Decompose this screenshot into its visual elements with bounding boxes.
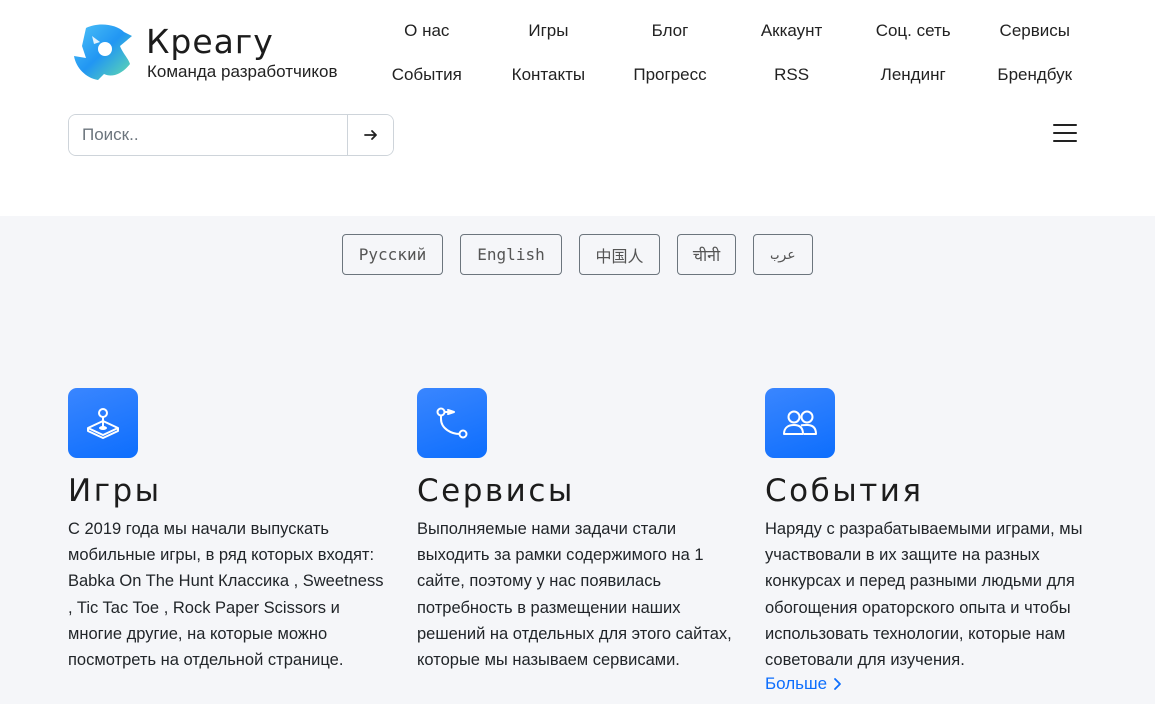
main-section: Русский English 中国人 चीनी عرب Игры С 2019… [0, 216, 1155, 704]
lang-button-arabic[interactable]: عرب [753, 234, 813, 275]
hamburger-menu-button[interactable] [1053, 124, 1077, 146]
feature-description: С 2019 года мы начали выпускать мобильны… [68, 520, 384, 670]
people-icon [783, 410, 817, 435]
main-nav: О нас Игры Блог Аккаунт Соц. сеть Сервис… [366, 20, 1096, 108]
nav-item-progress[interactable]: Прогресс [609, 64, 731, 108]
nav-item-account[interactable]: Аккаунт [731, 20, 853, 64]
nav-item-events[interactable]: События [366, 64, 488, 108]
feature-description: Выполняемые нами задачи стали выходить з… [417, 520, 732, 670]
hamburger-line [1053, 132, 1077, 134]
nav-item-services[interactable]: Сервисы [974, 20, 1096, 64]
brand-subtitle: Команда разработчиков [147, 62, 338, 81]
nav-item-contacts[interactable]: Контакты [488, 64, 610, 108]
lang-button-english[interactable]: English [460, 234, 562, 275]
search-submit-button[interactable] [347, 115, 393, 155]
chevron-right-icon [834, 678, 842, 691]
feature-description: Наряду с разрабатываемыми играми, мы уча… [765, 520, 1083, 670]
search-box [68, 114, 394, 156]
hamburger-line [1053, 124, 1077, 126]
nav-item-social[interactable]: Соц. сеть [852, 20, 974, 64]
nav-item-brandbook[interactable]: Брендбук [974, 64, 1096, 108]
lang-button-chinese[interactable]: 中国人 [579, 234, 660, 275]
feature-icon-box [68, 388, 138, 458]
kreagu-logo[interactable] [72, 22, 134, 82]
lang-button-russian[interactable]: Русский [342, 234, 443, 275]
feature-games: Игры С 2019 года мы начали выпускать моб… [68, 388, 388, 673]
feature-title: Игры [68, 473, 162, 509]
site-header: Креагу Команда разработчиков О нас Игры … [0, 0, 1155, 216]
feature-events: События Наряду с разрабатываемыми играми… [765, 388, 1085, 694]
nav-item-about[interactable]: О нас [366, 20, 488, 64]
arrow-right-icon [363, 130, 377, 140]
feature-services: Сервисы Выполняемые нами задачи стали вы… [417, 388, 737, 673]
nav-item-rss[interactable]: RSS [731, 64, 853, 108]
brand-name[interactable]: Креагу [146, 22, 274, 61]
nav-item-blog[interactable]: Блог [609, 20, 731, 64]
more-link-label: Больше [765, 674, 828, 694]
nav-item-games[interactable]: Игры [488, 20, 610, 64]
feature-icon-box [417, 388, 487, 458]
hamburger-line [1053, 140, 1077, 142]
nav-row-2: События Контакты Прогресс RSS Лендинг Бр… [366, 64, 1096, 108]
nav-row-1: О нас Игры Блог Аккаунт Соц. сеть Сервис… [366, 20, 1096, 64]
more-link[interactable]: Больше [765, 674, 843, 694]
language-switcher: Русский English 中国人 चीनी عرب [342, 234, 813, 275]
feature-title: События [765, 473, 924, 509]
search-input[interactable] [69, 115, 347, 155]
lang-button-hindi[interactable]: चीनी [677, 234, 736, 275]
feature-title: Сервисы [417, 473, 575, 509]
nav-item-landing[interactable]: Лендинг [852, 64, 974, 108]
joystick-icon [87, 408, 119, 439]
vector-path-icon [436, 407, 468, 439]
feature-icon-box [765, 388, 835, 458]
